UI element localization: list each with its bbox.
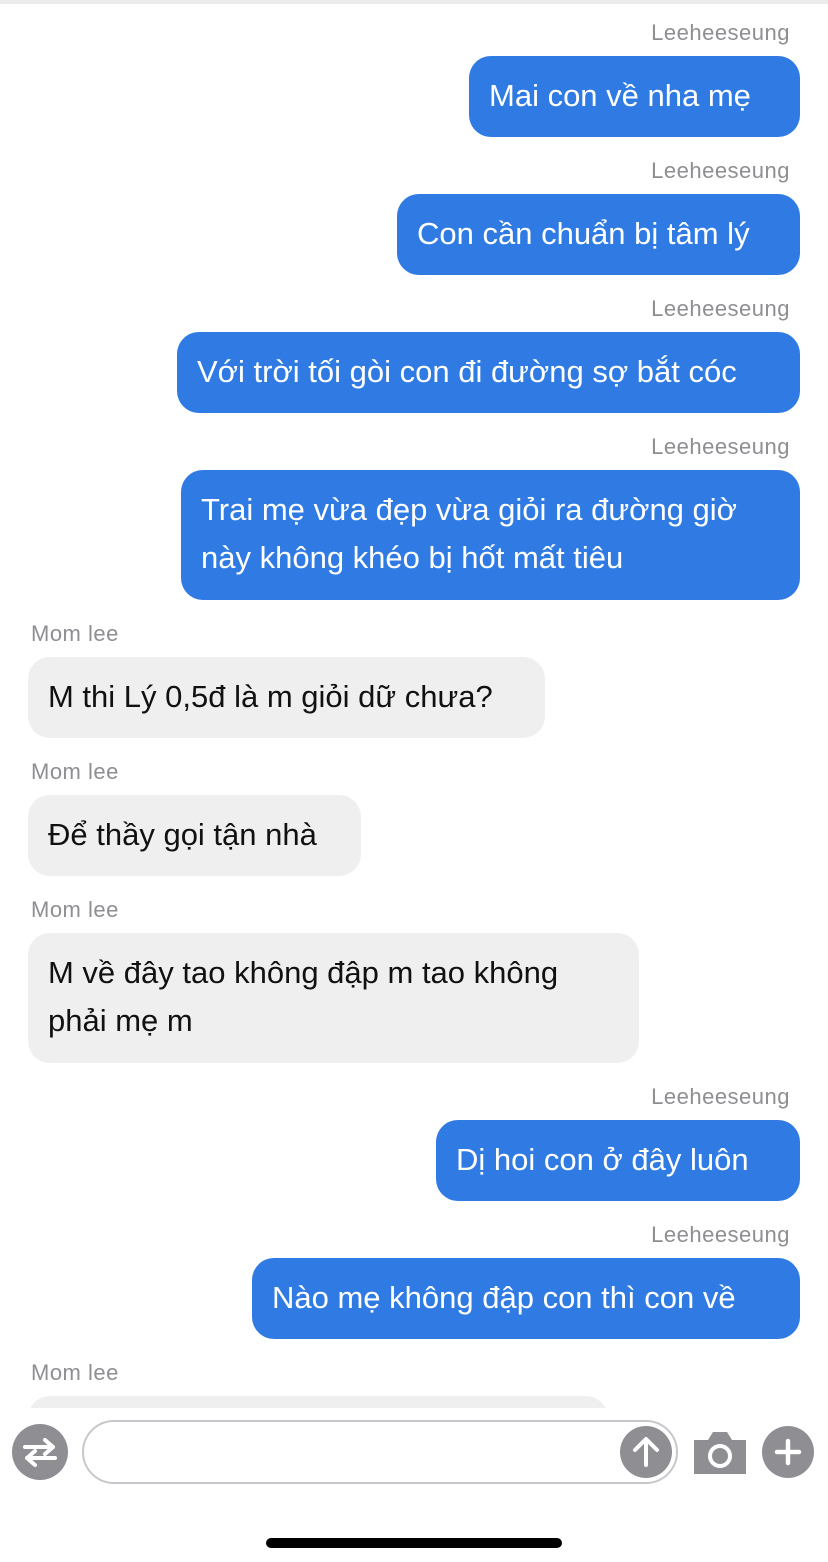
incoming-message[interactable]: Để thầy gọi tận nhà	[28, 795, 361, 876]
incoming-message[interactable]	[28, 1396, 608, 1408]
outgoing-message[interactable]: Trai mẹ vừa đẹp vừa giỏi ra đường giờ nà…	[181, 470, 800, 600]
outgoing-message[interactable]: Dị hoi con ở đây luôn	[436, 1120, 800, 1201]
sender-label: Leeheeseung	[651, 434, 790, 459]
add-button[interactable]	[762, 1426, 814, 1478]
sender-label: Leeheeseung	[651, 20, 790, 45]
sender-label: Leeheeseung	[651, 158, 790, 183]
sender-label: Leeheeseung	[651, 296, 790, 321]
outgoing-message[interactable]: Với trời tối gòi con đi đường sợ bắt cóc	[177, 332, 800, 413]
incoming-message[interactable]: M về đây tao không đập m tao không phải …	[28, 933, 639, 1063]
incoming-message[interactable]: M thi Lý 0,5đ là m giỏi dữ chưa?	[28, 657, 545, 738]
chat-screen: Leeheeseung Mai con về nha mẹ Leeheeseun…	[0, 0, 828, 1562]
message-thread[interactable]: Leeheeseung Mai con về nha mẹ Leeheeseun…	[0, 0, 828, 1408]
sender-label: Mom lee	[31, 621, 119, 646]
camera-icon	[694, 1432, 746, 1474]
sender-label: Mom lee	[31, 759, 119, 784]
sender-label: Leeheeseung	[651, 1084, 790, 1109]
outgoing-message[interactable]: Mai con về nha mẹ	[469, 56, 800, 137]
sender-label: Leeheeseung	[651, 1222, 790, 1247]
home-indicator[interactable]	[266, 1538, 562, 1548]
swap-button[interactable]	[12, 1424, 68, 1480]
message-composer	[0, 1408, 828, 1504]
outgoing-message[interactable]: Con cần chuẩn bị tâm lý	[397, 194, 800, 275]
plus-icon	[774, 1438, 802, 1466]
sender-label: Mom lee	[31, 1360, 119, 1385]
swap-arrows-icon	[23, 1438, 57, 1467]
arrow-up-icon	[633, 1437, 659, 1467]
message-input[interactable]	[82, 1420, 678, 1484]
outgoing-message[interactable]: Nào mẹ không đập con thì con về	[252, 1258, 800, 1339]
send-button[interactable]	[620, 1426, 672, 1478]
camera-button[interactable]	[690, 1428, 750, 1478]
sender-label: Mom lee	[31, 897, 119, 922]
